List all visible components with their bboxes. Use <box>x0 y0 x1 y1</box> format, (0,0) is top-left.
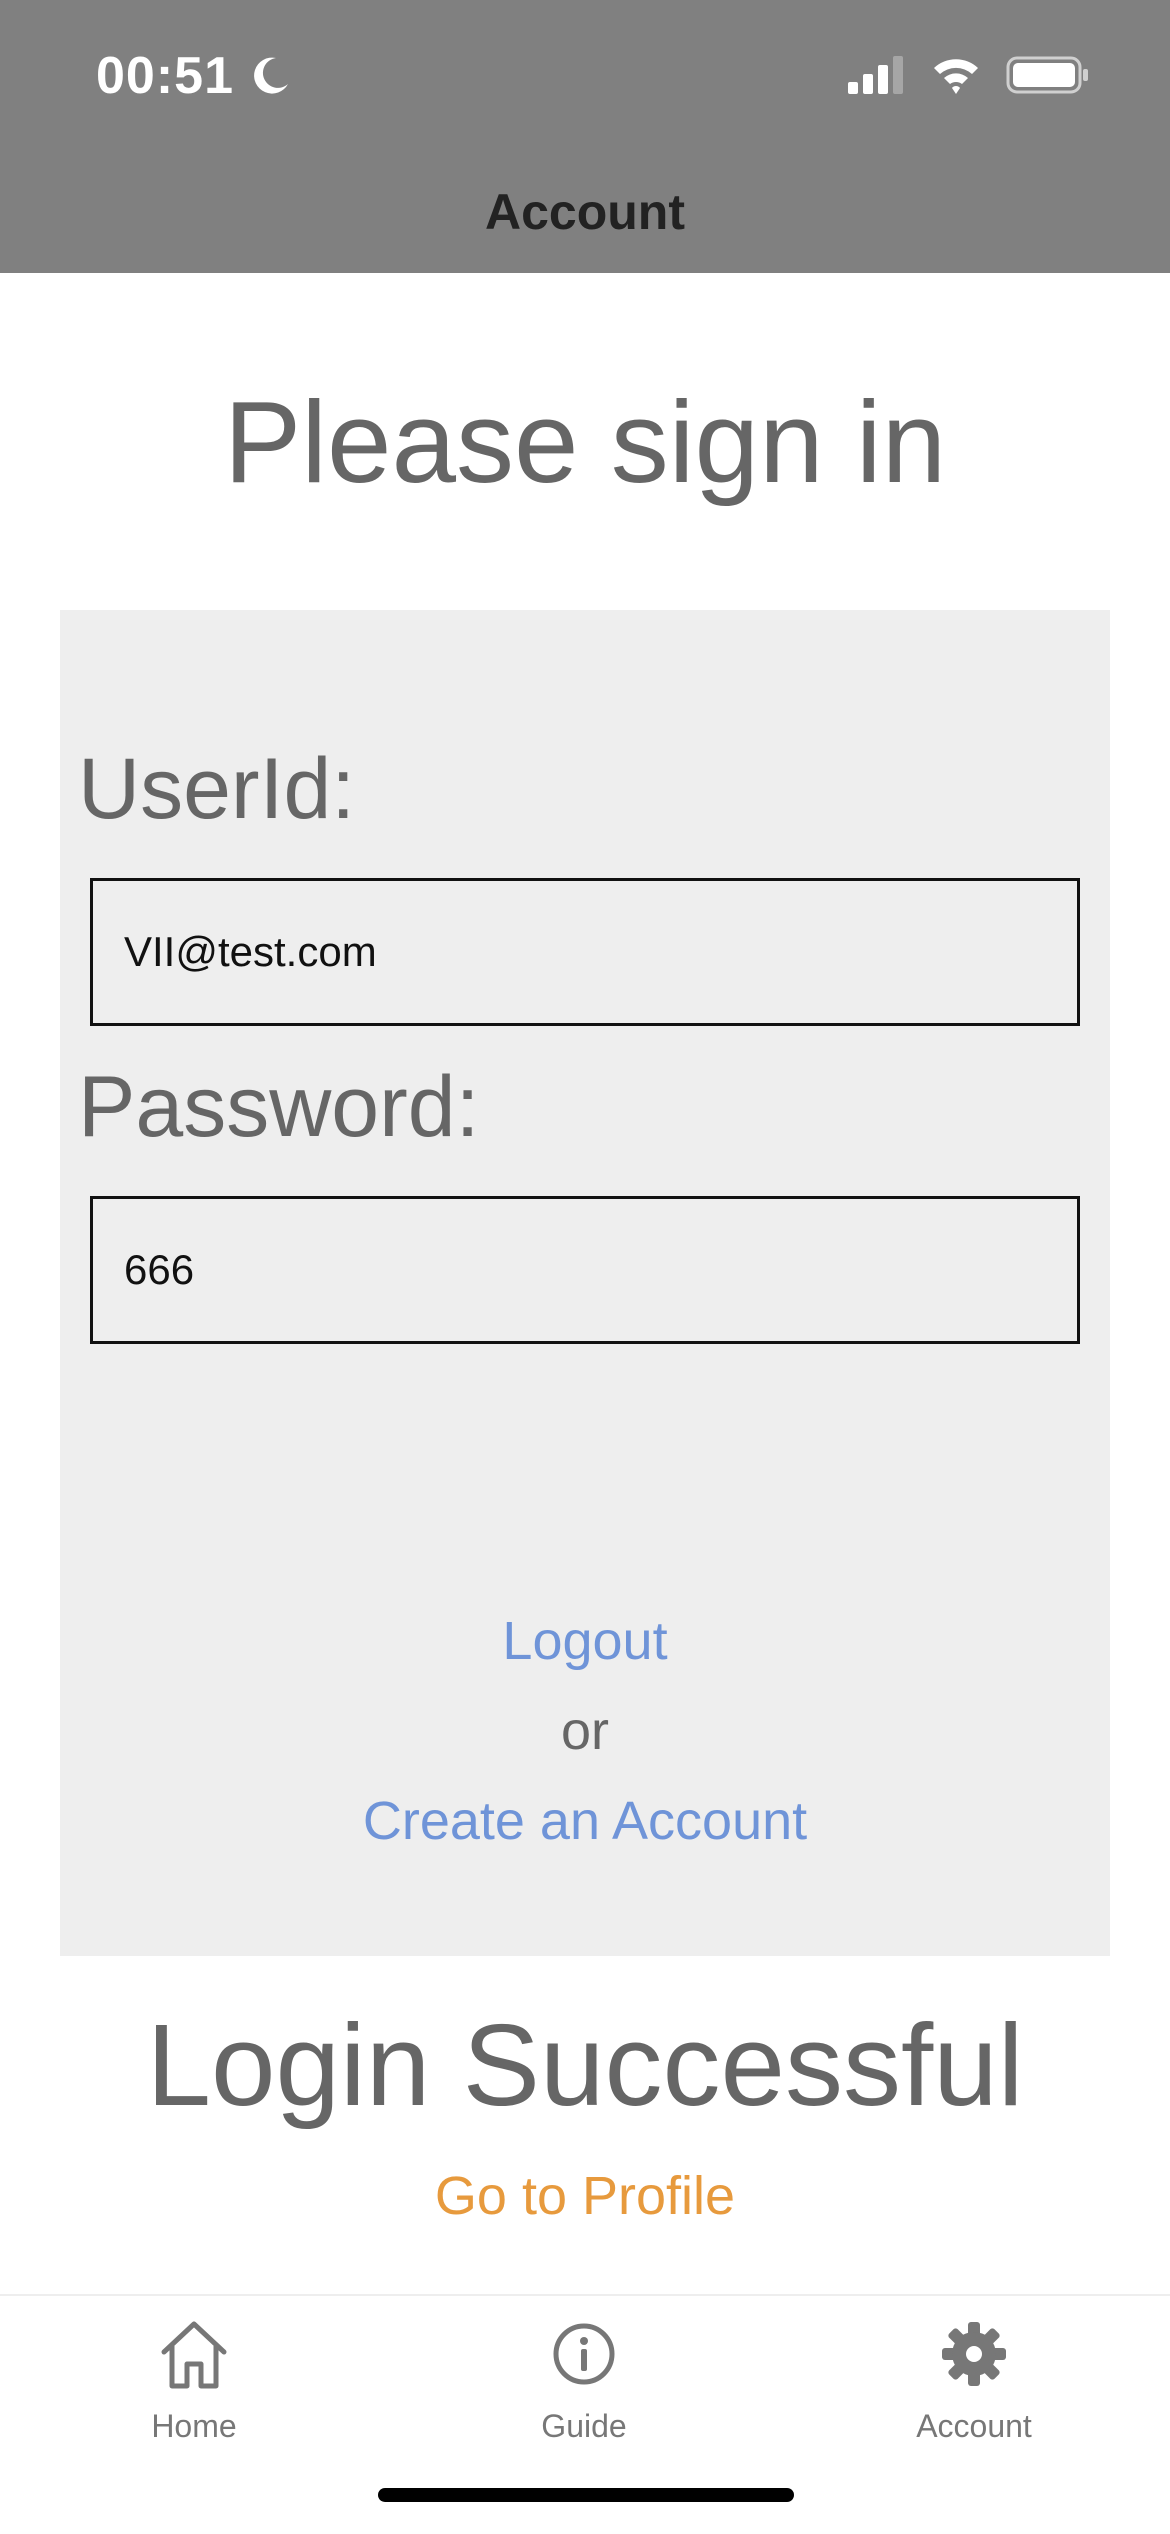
logout-link[interactable]: Logout <box>60 1610 1110 1672</box>
tab-account[interactable]: Account <box>854 2314 1094 2445</box>
status-icons <box>848 56 1090 94</box>
cellular-signal-icon <box>848 56 903 94</box>
create-account-link[interactable]: Create an Account <box>60 1790 1110 1852</box>
tab-home[interactable]: Home <box>74 2314 314 2445</box>
gear-icon <box>942 2322 1006 2386</box>
tab-guide[interactable]: Guide <box>464 2314 704 2445</box>
login-panel: UserId: Password: Logout or Create an Ac… <box>60 610 1110 1956</box>
status-time: 00:51 <box>96 47 234 105</box>
home-indicator <box>378 2488 794 2502</box>
go-to-profile-link[interactable]: Go to Profile <box>0 2165 1170 2227</box>
wifi-icon <box>934 59 978 94</box>
password-label: Password: <box>78 1059 480 1155</box>
info-icon <box>553 2323 615 2385</box>
moon-icon <box>254 57 288 94</box>
or-text: or <box>560 1701 609 1761</box>
userid-input[interactable] <box>90 878 1080 1026</box>
home-icon <box>161 2321 227 2389</box>
nav-bar: Account <box>0 155 1170 273</box>
battery-icon <box>1006 56 1088 94</box>
status-bar: 00:51 <box>0 0 1170 155</box>
tab-account-label: Account <box>916 2408 1032 2444</box>
login-status-message: Login Successful <box>146 2000 1024 2130</box>
password-input[interactable] <box>90 1196 1080 1344</box>
status-time-group: 00:51 <box>96 46 292 106</box>
tab-guide-label: Guide <box>541 2408 627 2444</box>
tab-home-label: Home <box>151 2408 237 2444</box>
userid-label: UserId: <box>78 741 356 837</box>
nav-title: Account <box>485 184 685 240</box>
page-title: Please sign in <box>223 377 947 507</box>
